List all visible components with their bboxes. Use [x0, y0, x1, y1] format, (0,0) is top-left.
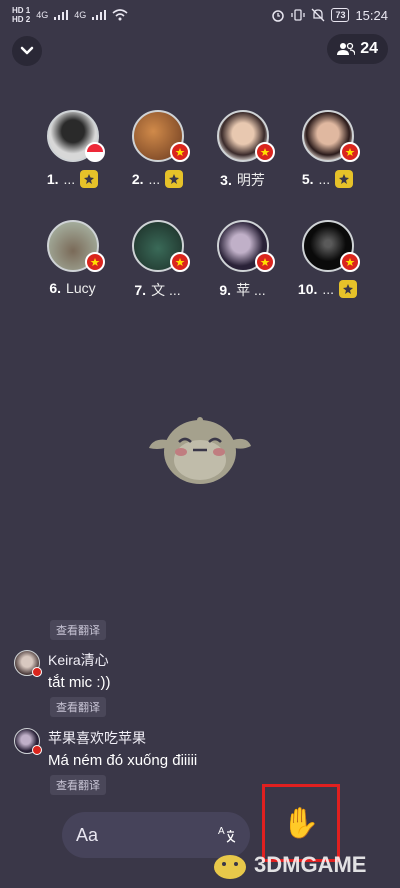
- status-right: 73 15:24: [271, 8, 388, 23]
- avatar[interactable]: [14, 650, 42, 677]
- seat-number: 9.: [219, 282, 232, 298]
- translate-link[interactable]: 查看翻译: [50, 697, 106, 717]
- message-input[interactable]: [76, 824, 196, 846]
- seat-number: 10.: [297, 281, 318, 297]
- translate-icon[interactable]: A: [216, 824, 238, 846]
- vietnam-flag-icon: [254, 252, 275, 272]
- seat[interactable]: 10. ...: [285, 220, 370, 300]
- seat-name: Lucy: [66, 280, 96, 296]
- seat[interactable]: 9. 苹 ...: [200, 220, 285, 300]
- seat-name: 明芳: [236, 172, 265, 188]
- translate-link[interactable]: 查看翻译: [50, 775, 106, 795]
- status-bar: HD 1 HD 2 4G 4G 73 15:24: [0, 0, 400, 30]
- chat-username: 苹果喜欢吃苹果: [48, 730, 146, 746]
- chat-text: Má ném đó xuống điiiii: [48, 752, 198, 769]
- seat[interactable]: 6. Lucy: [30, 220, 115, 300]
- signal-label-1: 4G: [36, 10, 49, 20]
- vietnam-flag-icon: [339, 142, 360, 162]
- chat-username: Keira清心: [48, 652, 109, 668]
- seat-row: 1. ... 2. ... 3. 明芳 5. ...: [0, 110, 400, 190]
- alarm-icon: [272, 10, 285, 22]
- seat-row: 6. Lucy 7. 文 ... 9. 苹 ... 10. ...: [0, 220, 400, 300]
- vietnam-flag-icon: [84, 252, 105, 272]
- chevron-down-icon: [20, 46, 34, 55]
- seat-number: 6.: [49, 280, 62, 296]
- seat[interactable]: 1. ...: [30, 110, 115, 190]
- mascot-logo-icon: [214, 855, 246, 879]
- people-icon: [337, 42, 356, 56]
- seat-name: ...: [148, 171, 161, 187]
- seat-name: 苹 ...: [236, 282, 266, 298]
- avatar[interactable]: [14, 728, 42, 755]
- watermark-text: 3DMGAME: [254, 852, 367, 877]
- seat[interactable]: 5. ...: [285, 110, 370, 190]
- watermark: 3DMGAME: [210, 850, 366, 880]
- vietnam-flag-icon: [254, 142, 275, 162]
- member-count: 24: [360, 40, 378, 57]
- mascot-illustration: [149, 417, 251, 484]
- vietnam-flag-icon: [169, 252, 190, 272]
- star-badge-icon: [339, 280, 358, 298]
- star-badge-icon: [165, 170, 184, 188]
- mute-icon: [311, 8, 325, 22]
- translate-link[interactable]: 查看翻译: [50, 620, 106, 640]
- star-badge-icon: [80, 170, 99, 188]
- signal-icon: [54, 10, 69, 20]
- clock: 15:24: [355, 7, 388, 23]
- vietnam-flag-icon: [169, 142, 190, 162]
- vibrate-icon: [291, 9, 306, 21]
- hd1-indicator: HD 1: [12, 6, 31, 15]
- seat-number: 1.: [46, 171, 59, 187]
- seat[interactable]: 2. ...: [115, 110, 200, 190]
- member-count-button[interactable]: 24: [327, 34, 388, 64]
- signal-label-2: 4G: [74, 10, 87, 20]
- seat[interactable]: 7. 文 ...: [115, 220, 200, 300]
- seat-grid: 1. ... 2. ... 3. 明芳 5. ... 6. Lucy 7. 文 …: [0, 110, 400, 300]
- seat-number: 3.: [220, 172, 232, 188]
- seat[interactable]: 3. 明芳: [200, 110, 285, 190]
- seat-number: 2.: [131, 171, 144, 187]
- hd2-indicator: HD 2: [12, 15, 31, 24]
- seat-name: ...: [63, 171, 76, 187]
- seat-name: ...: [322, 281, 335, 297]
- seat-number: 7.: [134, 282, 147, 298]
- singapore-flag-icon: [84, 142, 105, 162]
- wifi-icon: [112, 9, 128, 21]
- seat-number: 5.: [301, 171, 314, 187]
- battery-indicator: 73: [331, 8, 350, 22]
- chat-message: Keira清心 tắt mic :)): [14, 650, 111, 691]
- star-badge-icon: [335, 170, 354, 188]
- collapse-button[interactable]: [12, 36, 42, 66]
- hand-icon: ✋: [282, 806, 320, 840]
- chat-text: tắt mic :)): [48, 674, 111, 691]
- svg-text:A: A: [218, 826, 225, 837]
- vietnam-flag-icon: [339, 252, 360, 272]
- status-left: HD 1 HD 2 4G 4G: [12, 6, 128, 24]
- vietnam-flag-icon: [32, 745, 42, 755]
- vietnam-flag-icon: [32, 667, 42, 677]
- seat-name: 文 ...: [151, 282, 181, 298]
- seat-name: ...: [318, 171, 331, 187]
- signal-icon-2: [92, 10, 107, 20]
- chat-message: 苹果喜欢吃苹果 Má ném đó xuống điiiii: [14, 728, 197, 769]
